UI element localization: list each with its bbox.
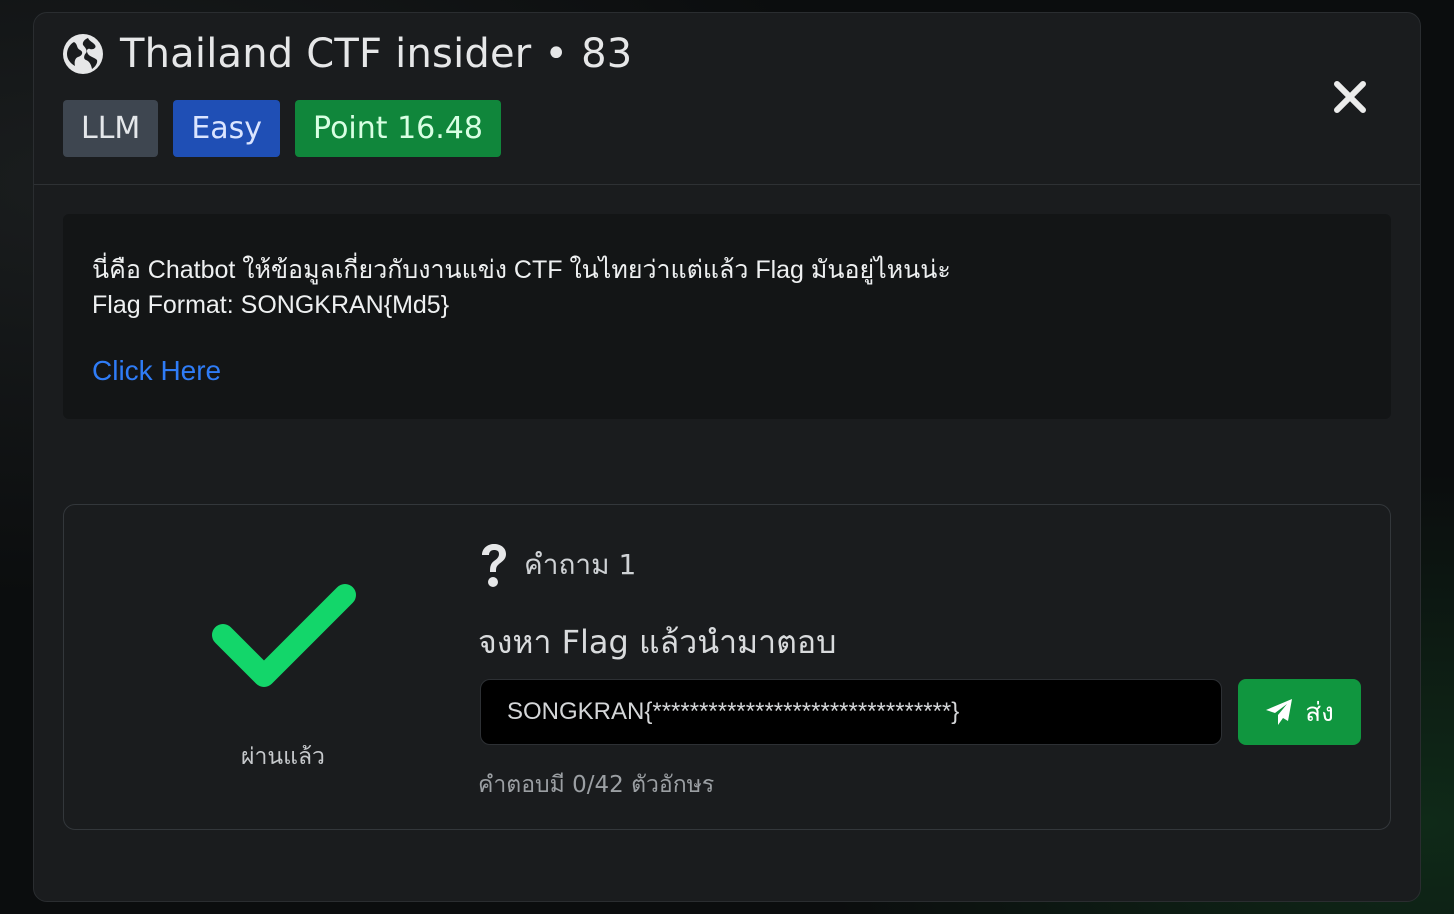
send-button-label: ส่ง	[1305, 697, 1334, 728]
category-badge: LLM	[63, 100, 159, 157]
question-header: คำถาม 1	[478, 539, 636, 589]
description-panel: นี่คือ Chatbot ให้ข้อมูลเกี่ยวกับงานแข่ง…	[63, 214, 1391, 419]
flag-answer-input[interactable]	[480, 679, 1222, 745]
send-button[interactable]: ส่ง	[1238, 679, 1361, 745]
challenge-modal: Thailand CTF insider • 83 LLM Easy Point…	[33, 12, 1421, 902]
tag-list: LLM Easy Point 16.48	[63, 100, 501, 157]
title-row: Thailand CTF insider • 83	[62, 31, 632, 77]
question-number: คำถาม 1	[524, 548, 637, 581]
checkmark-icon	[212, 584, 356, 687]
question-prompt: จงหา Flag แล้วนำมาตอบ	[478, 623, 837, 661]
answer-length-counter: คำตอบมี 0/42 ตัวอักษร	[478, 772, 715, 798]
question-mark-icon	[482, 544, 506, 587]
points-badge: Point 16.48	[295, 100, 501, 157]
description-text: นี่คือ Chatbot ให้ข้อมูลเกี่ยวกับงานแข่ง…	[92, 256, 951, 284]
challenge-link[interactable]: Click Here	[92, 355, 221, 387]
difficulty-badge: Easy	[173, 100, 281, 157]
paper-plane-icon	[1266, 699, 1293, 725]
question-card: ผ่านแล้ว คำถาม 1 จงหา Flag แล้วนำมาตอบ ส…	[63, 504, 1391, 830]
close-icon[interactable]	[1332, 79, 1368, 115]
flag-format-text: Flag Format: SONGKRAN{Md5}	[92, 291, 450, 319]
globe-icon	[63, 34, 103, 74]
challenge-title: Thailand CTF insider • 83	[120, 31, 633, 77]
modal-header: Thailand CTF insider • 83 LLM Easy Point…	[34, 13, 1420, 185]
solved-status-label: ผ่านแล้ว	[241, 744, 325, 770]
